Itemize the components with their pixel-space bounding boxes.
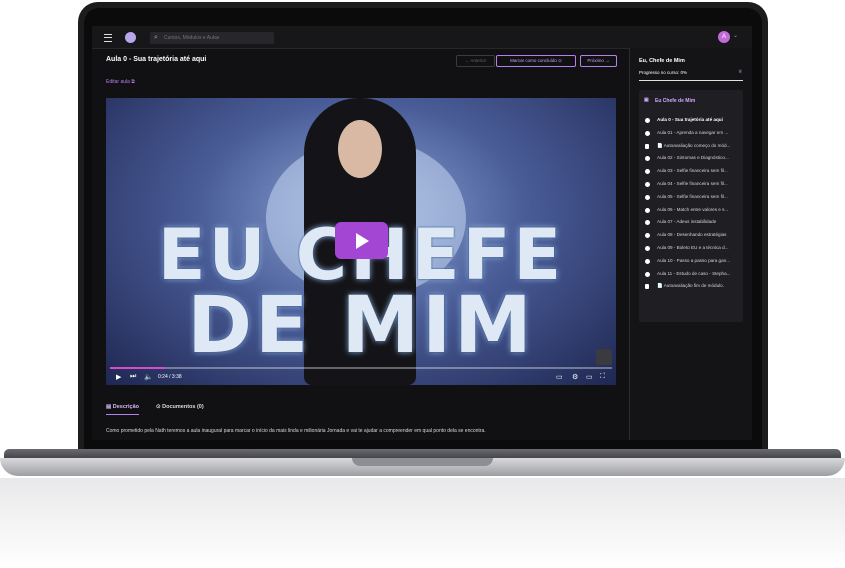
lesson-item[interactable]: Aula 08 - Desenhando estratégias [639, 229, 743, 242]
avatar[interactable]: A [718, 31, 730, 43]
chevron-down-icon[interactable]: ⌄ [733, 32, 738, 39]
lesson-tabs: ▤ Descrição ⊙ Documentos (0) [106, 404, 616, 418]
module-title: Eu Chefe de Mim [655, 98, 696, 104]
lesson-item-label: Aula 05 - Selfie financeira sem fil... [657, 193, 728, 199]
video-title-line2: DE MIM [187, 281, 535, 371]
logo[interactable] [125, 32, 136, 43]
skip-next-icon[interactable]: ⏭ [130, 373, 136, 381]
lesson-item[interactable]: Aula 07 - Adeus instabilidade [639, 216, 743, 229]
document-icon [645, 143, 649, 149]
course-progress-label: Progresso no curso: 0% [639, 70, 688, 75]
play-circle-icon [645, 194, 650, 200]
lesson-item[interactable]: 📄 Autoavaliação começo do mód... [639, 140, 743, 153]
play-circle-icon [645, 207, 650, 213]
video-player[interactable]: EU CHEFE DE MIM ▶ ⏭ 🔈 0:24 / 3:38 ▭ ⚙ ▭ … [106, 98, 616, 385]
lesson-item[interactable]: Aula 02 - Sintomas e Diagnóstico... [639, 152, 743, 165]
previous-button[interactable]: ← Anterior [456, 55, 495, 67]
lesson-list: Aula 0 - Sua trajetória até aqui Aula 01 … [639, 114, 743, 293]
lesson-item-label: Aula 11 - Estudo de caso - Stepha... [657, 270, 731, 276]
tab-documents-label: Documentos (0) [162, 404, 204, 410]
play-circle-icon [645, 220, 650, 226]
course-title: Eu, Chefe de Mim [639, 58, 685, 64]
lesson-item[interactable]: Aula 11 - Estudo de caso - Stepha... [639, 268, 743, 281]
play-button[interactable] [335, 222, 388, 259]
volume-icon[interactable]: 🔈 [144, 373, 153, 381]
play-circle-icon [645, 118, 650, 123]
fullscreen-icon[interactable]: ⛶ [600, 373, 605, 381]
lesson-item-label: Aula 09 - Boleto EU e a técnica d... [657, 244, 729, 250]
play-circle-icon [645, 271, 650, 277]
lesson-item-label: Aula 06 - Match entre valores e s... [657, 206, 729, 212]
lesson-item-label: Aula 03 - Selfie financeira sem fil... [657, 168, 728, 174]
play-circle-icon [645, 258, 650, 264]
next-button[interactable]: Próximo → [580, 55, 617, 67]
search-input[interactable] [164, 32, 270, 44]
lesson-item[interactable]: Aula 10 - Passo a passo para gan... [639, 255, 743, 268]
lesson-item-label: Aula 01 - Aprenda a navegar em ... [657, 129, 729, 135]
module-icon: ▣ [644, 97, 649, 103]
lesson-item-label: Aula 08 - Desenhando estratégias [657, 232, 727, 238]
video-progress-fill [110, 367, 166, 369]
settings-icon[interactable]: ⚙ [572, 373, 578, 381]
play-icon[interactable]: ▶ [116, 373, 121, 381]
lesson-item[interactable]: Aula 09 - Boleto EU e a técnica d... [639, 242, 743, 255]
miniplayer-icon[interactable]: ▭ [586, 373, 593, 381]
lesson-item[interactable]: Aula 01 - Aprenda a navegar em ... [639, 127, 743, 140]
lesson-item-label: Aula 02 - Sintomas e Diagnóstico... [657, 155, 729, 161]
lesson-main: Aula 0 - Sua trajetória até aqui ← Anter… [92, 48, 629, 440]
course-progress-bar [639, 80, 743, 81]
tab-description-label: Descrição [112, 404, 140, 410]
captions-icon[interactable]: ▭ [556, 373, 563, 381]
mark-complete-button[interactable]: Marcar como concluído ⊙ [496, 55, 576, 67]
lesson-description: Como prometido pela Nath teremos a aula … [106, 428, 486, 434]
document-icon [645, 284, 649, 290]
lesson-item[interactable]: Aula 05 - Selfie financeira sem fil... [639, 191, 743, 204]
menu-icon[interactable] [104, 34, 112, 42]
video-progress-bar[interactable] [110, 367, 612, 369]
video-time: 0:24 / 3:38 [158, 374, 182, 380]
search-box[interactable]: ⌕ [150, 32, 274, 44]
tab-description[interactable]: ▤ Descrição [106, 404, 140, 415]
search-icon: ⌕ [154, 34, 158, 41]
video-person-face [338, 120, 382, 178]
lesson-item[interactable]: 📄 Autoavaliação fim de módulo. [639, 280, 743, 293]
play-circle-icon [645, 233, 650, 239]
lesson-item-label: Aula 04 - Selfie financeira sem fil... [657, 180, 728, 186]
video-corner-badge [596, 349, 612, 365]
top-bar: ⌕ A ⌄ [92, 26, 752, 49]
laptop-notch [352, 458, 493, 466]
trophy-icon: ♕ [738, 69, 743, 75]
lesson-item-label: 📄 Autoavaliação começo do mód... [657, 142, 731, 148]
edit-lesson-link[interactable]: Editar aula ⧉ [106, 79, 135, 85]
lesson-item[interactable]: Aula 06 - Match entre valores e s... [639, 204, 743, 217]
lesson-item-label: Aula 07 - Adeus instabilidade [657, 219, 717, 225]
play-circle-icon [645, 156, 650, 162]
lesson-item[interactable]: Aula 04 - Selfie financeira sem fil... [639, 178, 743, 191]
module-header[interactable]: ▣ Eu Chefe de Mim [644, 97, 696, 104]
module-card: ▣ Eu Chefe de Mim Aula 0 - Sua trajetóri… [639, 90, 743, 322]
app-screen: ⌕ A ⌄ Aula 0 - Sua trajetória até aqui ←… [92, 26, 752, 440]
play-circle-icon [645, 169, 650, 175]
lesson-item-label: 📄 Autoavaliação fim de módulo. [657, 283, 725, 289]
laptop-reflection [0, 478, 845, 568]
lesson-item[interactable]: Aula 0 - Sua trajetória até aqui [639, 114, 743, 127]
play-circle-icon [645, 181, 650, 187]
lesson-item[interactable]: Aula 03 - Selfie financeira sem fil... [639, 165, 743, 178]
play-circle-icon [645, 245, 650, 251]
tab-documents[interactable]: ⊙ Documentos (0) [156, 404, 204, 410]
lesson-item-label: Aula 10 - Passo a passo para gan... [657, 257, 731, 263]
play-circle-icon [645, 130, 650, 136]
page-title: Aula 0 - Sua trajetória até aqui [106, 56, 207, 63]
course-sidebar: Eu, Chefe de Mim Progresso no curso: 0% … [630, 48, 752, 440]
lesson-item-label: Aula 0 - Sua trajetória até aqui [657, 117, 723, 122]
